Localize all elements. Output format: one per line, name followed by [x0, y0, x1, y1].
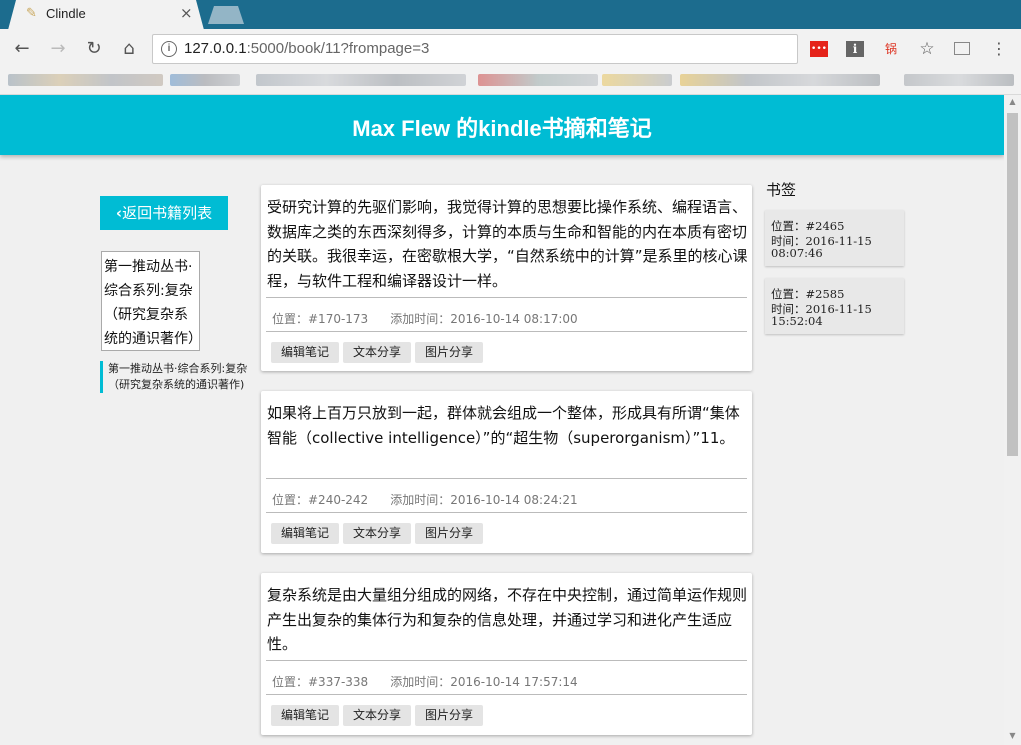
scrollbar-thumb[interactable]	[1007, 113, 1018, 456]
bookmark-position: 位置：#2465	[771, 219, 845, 233]
divider	[266, 331, 747, 332]
url-text[interactable]: 127.0.0.1:5000/book/11?frompage=3	[184, 40, 429, 57]
note-position: 位置：#240-242	[272, 493, 369, 507]
back-arrow-icon[interactable]: ←	[10, 37, 34, 61]
page-scrollbar[interactable]: ▲ ▼	[1004, 95, 1021, 745]
bookmark-blur-3[interactable]	[256, 74, 466, 86]
window-icon[interactable]	[954, 42, 970, 55]
note-card: 受研究计算的先驱们影响，我觉得计算的思想要比操作系统、编程语言、数据库之类的东西…	[261, 185, 752, 371]
note-card: 如果将上百万只放到一起，群体就会组成一个整体，形成具有所谓“集体智能（colle…	[261, 391, 752, 553]
share-text-button[interactable]: 文本分享	[343, 342, 412, 363]
note-meta: 位置：#170-173 添加时间：2016-10-14 08:17:00	[272, 310, 578, 327]
new-tab-button[interactable]	[208, 6, 244, 24]
extension-icon-2[interactable]: i	[846, 41, 864, 57]
info-icon[interactable]: i	[161, 41, 177, 57]
note-card: 复杂系统是由大量组分组成的网络，不存在中央控制，通过简单运作规则产生出复杂的集体…	[261, 573, 752, 735]
note-added-time: 添加时间：2016-10-14 17:57:14	[390, 675, 578, 689]
extension-icon-1[interactable]: •••	[810, 41, 828, 57]
bookmark-blur-6[interactable]	[680, 74, 880, 86]
bookmarks-heading: 书签	[766, 181, 797, 199]
bookmark-blur-2[interactable]	[170, 74, 240, 86]
note-meta: 位置：#240-242 添加时间：2016-10-14 08:24:21	[272, 491, 578, 508]
note-actions: 编辑笔记 文本分享 图片分享	[271, 341, 487, 363]
share-text-button[interactable]: 文本分享	[343, 523, 412, 544]
edit-note-button[interactable]: 编辑笔记	[271, 342, 340, 363]
bookmark-blur-1[interactable]	[8, 74, 163, 86]
bookmark-card[interactable]: 位置：#2585 时间：2016-11-15 15:52:04	[765, 278, 904, 334]
star-icon[interactable]: ☆	[918, 41, 936, 58]
divider	[266, 297, 747, 298]
home-icon[interactable]: ⌂	[117, 37, 141, 61]
book-title: 第一推动丛书·综合系列:复杂（研究复杂系统的通识著作)	[100, 361, 248, 393]
note-position: 位置：#337-338	[272, 675, 369, 689]
close-tab-icon[interactable]: ×	[180, 4, 193, 22]
note-added-time: 添加时间：2016-10-14 08:24:21	[390, 493, 578, 507]
scroll-down-arrow-icon[interactable]: ▼	[1007, 731, 1018, 743]
scroll-up-arrow-icon[interactable]: ▲	[1007, 97, 1018, 109]
note-text: 如果将上百万只放到一起，群体就会组成一个整体，形成具有所谓“集体智能（colle…	[267, 404, 740, 447]
browser-tabstrip: ✎ Clindle ×	[0, 0, 1021, 30]
address-bar[interactable]: i 127.0.0.1:5000/book/11?frompage=3	[152, 34, 798, 64]
bookmark-position: 位置：#2585	[771, 287, 845, 301]
note-text: 受研究计算的先驱们影响，我觉得计算的思想要比操作系统、编程语言、数据库之类的东西…	[267, 198, 748, 290]
note-actions: 编辑笔记 文本分享 图片分享	[271, 522, 487, 544]
divider	[266, 512, 747, 513]
bookmark-blur-4[interactable]	[478, 74, 598, 86]
browser-tab-title: Clindle	[46, 6, 86, 21]
book-cover-text: 第一推动丛书·综合系列:复杂（研究复杂系统的通识著作）	[104, 259, 200, 347]
edit-note-button[interactable]: 编辑笔记	[271, 523, 340, 544]
share-image-button[interactable]: 图片分享	[415, 523, 484, 544]
back-to-books-label: 返回书籍列表	[122, 204, 213, 222]
share-image-button[interactable]: 图片分享	[415, 342, 484, 363]
bookmark-clock: 08:07:46	[771, 246, 823, 260]
bookmark-blur-5[interactable]	[602, 74, 672, 86]
page-title: Max Flew 的kindle书摘和笔记	[352, 116, 652, 141]
divider	[266, 478, 747, 479]
share-text-button[interactable]: 文本分享	[343, 705, 412, 726]
reload-icon[interactable]: ↻	[82, 37, 106, 61]
divider	[266, 660, 747, 661]
forward-arrow-icon[interactable]: →	[46, 37, 70, 61]
bookmark-card[interactable]: 位置：#2465 时间：2016-11-15 08:07:46	[765, 210, 904, 266]
page-viewport: Max Flew 的kindle书摘和笔记 ‹返回书籍列表 第一推动丛书·综合系…	[0, 95, 1004, 745]
note-added-time: 添加时间：2016-10-14 08:17:00	[390, 312, 578, 326]
site-header: Max Flew 的kindle书摘和笔记	[0, 95, 1004, 155]
bookmark-blur-7[interactable]	[904, 74, 1014, 86]
note-actions: 编辑笔记 文本分享 图片分享	[271, 704, 487, 726]
browser-toolbar: ← → ↻ ⌂ i 127.0.0.1:5000/book/11?frompag…	[0, 29, 1021, 68]
extension-icon-3[interactable]: 锅	[882, 41, 900, 57]
bookmarks-bar	[0, 68, 1021, 95]
note-position: 位置：#170-173	[272, 312, 369, 326]
edit-note-button[interactable]: 编辑笔记	[271, 705, 340, 726]
book-cover: 第一推动丛书·综合系列:复杂（研究复杂系统的通识著作）	[101, 251, 200, 351]
note-text: 复杂系统是由大量组分组成的网络，不存在中央控制，通过简单运作规则产生出复杂的集体…	[267, 586, 748, 653]
menu-icon[interactable]: ⋮	[990, 41, 1008, 57]
divider	[266, 694, 747, 695]
share-image-button[interactable]: 图片分享	[415, 705, 484, 726]
bookmark-clock: 15:52:04	[771, 314, 823, 328]
back-to-books-button[interactable]: ‹返回书籍列表	[100, 196, 228, 230]
note-meta: 位置：#337-338 添加时间：2016-10-14 17:57:14	[272, 673, 578, 690]
notepad-icon: ✎	[26, 6, 37, 21]
